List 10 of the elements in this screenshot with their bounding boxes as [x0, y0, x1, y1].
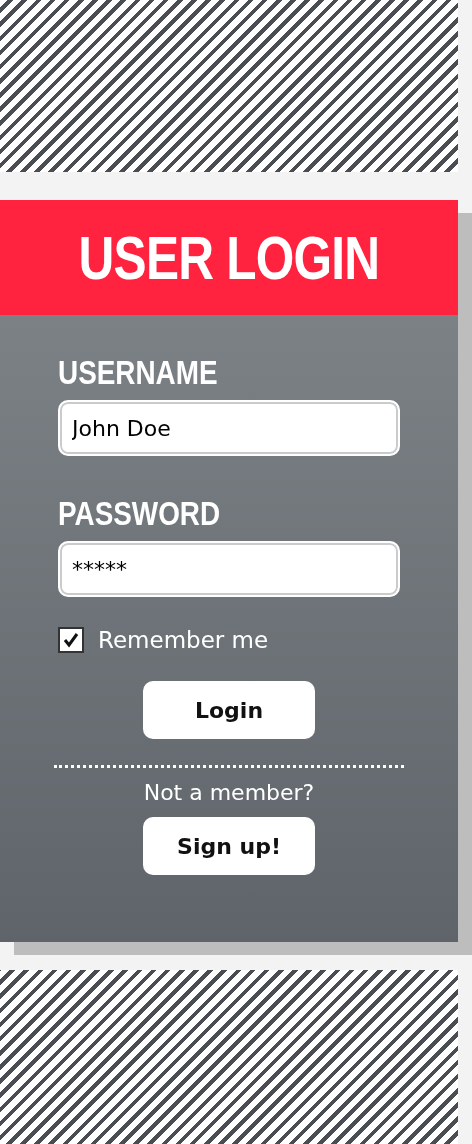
input-field[interactable]: ***** — [58, 541, 400, 597]
remember-checkbox[interactable] — [58, 627, 84, 653]
login-title: USER LOGIN — [78, 222, 380, 293]
checkmark-icon — [62, 631, 80, 649]
field-label: PASSWORD — [58, 494, 221, 533]
remember-label: Remember me — [98, 627, 269, 653]
login-button[interactable]: Login — [143, 681, 315, 739]
field-label: USERNAME — [58, 353, 218, 392]
signup-button[interactable]: Sign up! — [143, 817, 315, 875]
signup-prompt: Not a member? — [142, 780, 316, 805]
